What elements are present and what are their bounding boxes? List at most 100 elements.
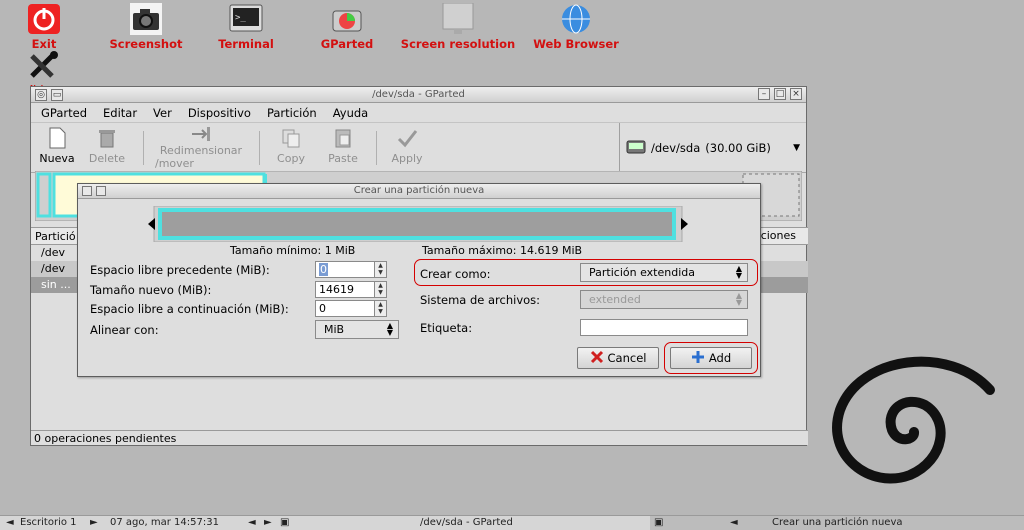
window-title: /dev/sda - GParted [372,89,465,100]
desktop-icon-screen-resolution[interactable]: Screen resolution [398,2,518,51]
desktop-icon-web-browser[interactable]: Web Browser [516,3,636,51]
copy-label: Copy [277,152,305,165]
gparted-icon [329,3,365,35]
taskbar-task-new-partition-label: Crear una partición nueva [772,517,903,528]
window-titlebar[interactable]: ◎ ▭ /dev/sda - GParted – □ × [31,87,806,103]
delete-button[interactable]: Delete [87,127,127,165]
svg-text:>_: >_ [235,13,246,23]
dropdown-arrow-icon: ▼ [793,143,800,153]
toolbar-separator [143,131,144,165]
desktop-icon-gparted[interactable]: GParted [287,3,407,51]
menu-particion[interactable]: Partición [267,106,317,120]
partition-label-input[interactable] [580,319,748,336]
align-value: MiB [324,323,345,336]
menu-gparted[interactable]: GParted [41,106,87,120]
spinner-arrows-icon[interactable]: ▲ ▼ [374,282,386,297]
monitor-icon [440,2,476,35]
free-before-value: 0 [319,263,328,276]
status-bar: 0 operaciones pendientes [31,430,808,445]
close-button[interactable]: × [790,88,802,100]
task-window-icon: ▣ [280,517,290,528]
align-combo[interactable]: MiB ▲ ▼ [315,320,399,339]
new-label: Nueva [39,152,75,165]
toolbar: Nueva Delete Redimensionar /mover Copy P… [31,123,806,173]
filesystem-combo[interactable]: extended ▲ ▼ [580,290,748,309]
prev-desktop-icon[interactable]: ◄ [6,517,14,528]
free-after-value: 0 [319,302,326,315]
menu-dispositivo[interactable]: Dispositivo [188,106,251,120]
menu-ver[interactable]: Ver [153,106,172,120]
new-size-value: 14619 [319,283,354,296]
updown-arrow-icon: ▲ ▼ [735,291,742,307]
trash-icon [96,127,118,149]
partition-size-slider[interactable] [148,205,688,243]
resize-label-line1: Redimensionar [159,144,243,157]
free-after-spinner[interactable]: 0 ▲ ▼ [315,300,387,317]
resize-move-button[interactable]: Redimensionar /mover [151,125,251,170]
filesystem-value: extended [589,293,641,306]
new-size-label: Tamaño nuevo (MiB): [90,283,212,297]
terminal-icon: >_ [228,3,264,35]
cancel-x-icon [590,350,604,367]
dialog-title: Crear una partición nueva [353,185,485,196]
tools-icon [26,50,62,82]
spinner-arrows-icon[interactable]: ▲ ▼ [374,301,386,316]
checkmark-icon [396,127,418,149]
device-size: (30.00 GiB) [705,141,771,155]
task-prev-icon[interactable]: ◄ [248,517,256,528]
copy-icon [280,127,302,149]
paste-icon [332,127,354,149]
new-button[interactable]: Nueva [37,127,77,165]
desktop-icon-label: Web Browser [533,37,619,51]
task-arrow-icon: ◄ [730,517,738,528]
desktop-icon-label: Screen resolution [400,37,516,51]
resize-icon [190,125,212,143]
highlight-add [664,342,758,374]
next-desktop-icon[interactable]: ► [90,517,98,528]
camera-icon [128,3,164,35]
taskbar: ◄ Escritorio 1 ► 07 ago, mar 14:57:31 ◄ … [0,515,1024,530]
free-before-label: Espacio libre precedente (MiB): [90,263,270,277]
partition-label-label: Etiqueta: [420,321,473,335]
harddisk-icon [626,139,646,158]
taskbar-task-gparted[interactable]: /dev/sda - GParted [420,517,513,528]
new-document-icon [46,127,68,149]
apply-label: Apply [391,152,423,165]
filesystem-label: Sistema de archivos: [420,293,541,307]
paste-button[interactable]: Paste [321,127,365,165]
debian-swirl-logo [832,356,995,484]
clock: 07 ago, mar 14:57:31 [110,517,219,528]
menu-editar[interactable]: Editar [103,106,137,120]
task-window-icon: ▣ [654,517,664,528]
min-size-text: Tamaño mínimo: 1 MiB [230,244,356,257]
device-selector[interactable]: /dev/sda (30.00 GiB) ▼ [619,123,806,173]
globe-icon [558,3,594,35]
desktop-switcher[interactable]: Escritorio 1 [20,517,77,528]
task-next-icon[interactable]: ► [264,517,272,528]
apply-button[interactable]: Apply [385,127,429,165]
desktop-icon-label: GParted [320,37,374,51]
toolbar-separator [376,131,377,165]
device-name: /dev/sda [651,141,701,155]
maximize-button[interactable]: □ [774,88,786,100]
cancel-button[interactable]: Cancel [577,347,659,369]
resize-label-line2: /mover [155,157,194,170]
power-icon [26,3,62,35]
free-after-label: Espacio libre a continuación (MiB): [90,302,289,316]
menu-ayuda[interactable]: Ayuda [333,106,369,120]
align-label: Alinear con: [90,323,159,337]
highlight-create-as [414,259,758,286]
max-size-text: Tamaño máximo: 14.619 MiB [422,244,583,257]
spinner-arrows-icon[interactable]: ▲ ▼ [374,262,386,277]
dialog-titlebar[interactable]: Crear una partición nueva [78,184,760,199]
toolbar-separator [259,131,260,165]
delete-label: Delete [88,152,126,165]
paste-label: Paste [328,152,358,165]
minimize-button[interactable]: – [758,88,770,100]
copy-button[interactable]: Copy [271,127,311,165]
new-partition-dialog: Crear una partición nueva Tamaño mínimo:… [77,183,761,377]
free-before-spinner[interactable]: 0 ▲ ▼ [315,261,387,278]
new-size-spinner[interactable]: 14619 ▲ ▼ [315,281,387,298]
cancel-label: Cancel [607,351,647,365]
updown-arrow-icon: ▲ ▼ [386,321,393,337]
